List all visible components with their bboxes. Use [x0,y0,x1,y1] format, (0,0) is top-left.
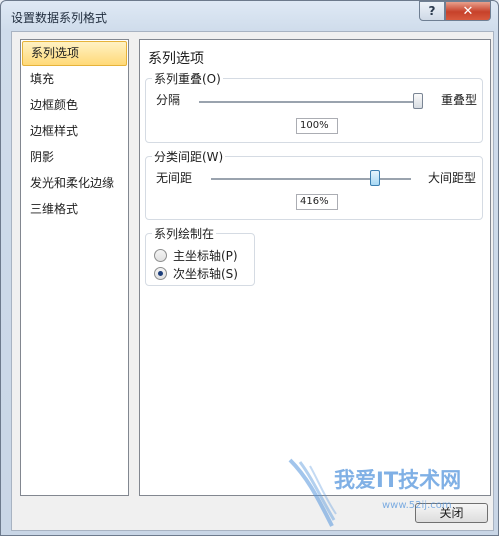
gap-width-group: 分类间距(W) 无间距 大间距型 416% [145,148,483,220]
nav-item-fill[interactable]: 填充 [22,67,127,92]
gap-slider-track[interactable] [211,178,411,181]
primary-axis-option[interactable]: 主坐标轴(P) [154,247,238,263]
secondary-axis-radio[interactable] [154,266,167,280]
category-list: 系列选项 填充 边框颜色 边框样式 阴影 发光和柔化边缘 三维格式 [20,39,129,496]
plot-series-on-group: 系列绘制在 主坐标轴(P) 次坐标轴(S) [145,225,255,286]
secondary-axis-label: 次坐标轴(S) [173,266,238,281]
close-icon: ✕ [462,3,474,19]
secondary-axis-option[interactable]: 次坐标轴(S) [154,265,238,281]
primary-axis-label: 主坐标轴(P) [173,248,238,263]
window-close-button[interactable]: ✕ [445,1,491,21]
gap-value-input[interactable]: 416% [296,194,338,210]
help-button[interactable]: ? [419,1,445,21]
nav-item-3d-format[interactable]: 三维格式 [22,197,127,222]
overlap-value-input[interactable]: 100% [296,118,338,134]
nav-item-glow-soft-edges[interactable]: 发光和柔化边缘 [22,171,127,196]
plot-series-on-legend: 系列绘制在 [152,225,217,242]
options-panel: 系列选项 系列重叠(O) 分隔 重叠型 100% 分类间距(W) 无间距 大间距… [139,39,491,496]
title-bar[interactable]: 设置数据系列格式 ? ✕ [1,1,498,31]
nav-item-border-style[interactable]: 边框样式 [22,119,127,144]
dialog-title: 设置数据系列格式 [11,11,108,25]
gap-max-label: 大间距型 [428,171,477,185]
series-overlap-group: 系列重叠(O) 分隔 重叠型 100% [145,70,483,143]
overlap-max-label: 重叠型 [441,93,478,107]
nav-item-series-options[interactable]: 系列选项 [22,41,127,66]
close-button[interactable]: 关闭 [415,503,488,523]
panel-title: 系列选项 [148,51,204,67]
gap-min-label: 无间距 [156,171,193,185]
gap-width-legend: 分类间距(W) [152,148,226,165]
nav-item-border-color[interactable]: 边框颜色 [22,93,127,118]
series-overlap-legend: 系列重叠(O) [152,70,223,87]
overlap-min-label: 分隔 [156,93,181,107]
primary-axis-radio[interactable] [154,248,167,262]
help-icon: ? [428,4,436,18]
gap-slider-thumb[interactable] [370,170,380,186]
dialog-body: 系列选项 填充 边框颜色 边框样式 阴影 发光和柔化边缘 三维格式 系列选项 系… [11,31,494,531]
overlap-slider-thumb[interactable] [413,93,423,109]
nav-item-shadow[interactable]: 阴影 [22,145,127,170]
overlap-slider-track[interactable] [199,101,423,104]
format-data-series-dialog: 设置数据系列格式 ? ✕ 系列选项 填充 边框颜色 边框样式 阴影 发光和柔化边… [0,0,499,536]
